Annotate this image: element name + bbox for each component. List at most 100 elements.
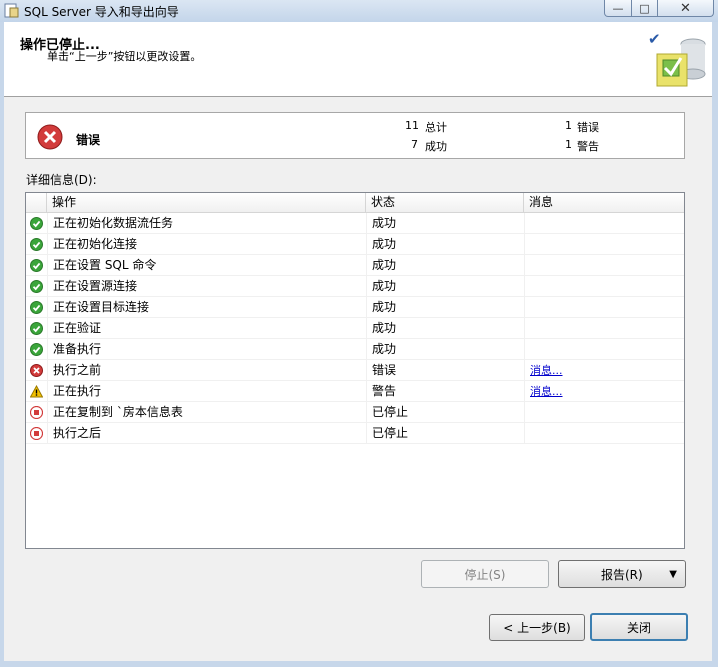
stop-button[interactable]: 停止(S) <box>421 560 549 588</box>
row-divider <box>47 402 48 423</box>
row-divider <box>47 423 48 444</box>
app-icon <box>4 3 19 18</box>
table-row[interactable]: 执行之后 已停止 <box>26 423 684 444</box>
row-status: 成功 <box>372 321 397 335</box>
row-action: 正在复制到 `房本信息表 <box>53 405 183 419</box>
row-action: 执行之后 <box>53 426 102 440</box>
row-divider <box>47 318 48 339</box>
column-header-action[interactable]: 操作 <box>47 193 366 212</box>
error-count: 1 <box>565 119 572 132</box>
error-icon <box>37 124 63 150</box>
column-header-message[interactable]: 消息 <box>524 193 684 212</box>
row-action: 准备执行 <box>53 342 102 356</box>
success-icon <box>26 213 47 234</box>
minimize-button[interactable]: — <box>604 0 632 17</box>
warning-icon <box>26 381 47 402</box>
row-action: 正在初始化连接 <box>53 237 138 251</box>
row-divider <box>366 339 367 360</box>
row-status: 已停止 <box>372 426 409 440</box>
table-row[interactable]: 正在设置源连接 成功 <box>26 276 684 297</box>
row-action: 正在初始化数据流任务 <box>53 216 174 230</box>
success-icon <box>26 318 47 339</box>
row-divider <box>524 234 525 255</box>
report-button[interactable]: 报告(R) ▼ <box>558 560 686 588</box>
close-window-button[interactable]: ✕ <box>658 0 714 17</box>
row-divider <box>47 360 48 381</box>
row-action: 正在设置 SQL 命令 <box>53 258 157 272</box>
success-icon <box>26 276 47 297</box>
stopped-icon <box>26 402 47 423</box>
table-row[interactable]: 正在执行 警告 消息... <box>26 381 684 402</box>
row-divider <box>47 213 48 234</box>
row-divider <box>524 423 525 444</box>
row-divider <box>366 255 367 276</box>
table-row[interactable]: 正在初始化数据流任务 成功 <box>26 213 684 234</box>
row-status: 成功 <box>372 300 397 314</box>
summary-status-label: 错误 <box>76 133 101 147</box>
error-icon <box>26 360 47 381</box>
row-status: 警告 <box>372 384 397 398</box>
window-title: SQL Server 导入和导出向导 <box>24 5 179 19</box>
window-frame-bottom <box>0 661 718 667</box>
warning-label: 警告 <box>577 140 599 153</box>
row-status: 成功 <box>372 237 397 251</box>
row-status: 已停止 <box>372 405 409 419</box>
close-button[interactable]: 关闭 <box>590 613 688 641</box>
row-divider <box>366 318 367 339</box>
column-header-status[interactable]: 状态 <box>366 193 524 212</box>
table-row[interactable]: 正在复制到 `房本信息表 已停止 <box>26 402 684 423</box>
row-divider <box>366 381 367 402</box>
dropdown-arrow-icon: ▼ <box>669 568 677 580</box>
row-divider <box>47 234 48 255</box>
table-row[interactable]: 执行之前 错误 消息... <box>26 360 684 381</box>
row-divider <box>366 402 367 423</box>
back-button[interactable]: < 上一步(B) <box>489 614 585 641</box>
row-divider <box>524 255 525 276</box>
row-message-link[interactable]: 消息... <box>530 360 563 381</box>
success-icon <box>26 339 47 360</box>
table-row[interactable]: 正在设置目标连接 成功 <box>26 297 684 318</box>
error-label: 错误 <box>577 121 599 134</box>
row-divider <box>524 297 525 318</box>
row-divider <box>524 360 525 381</box>
table-row[interactable]: 正在验证 成功 <box>26 318 684 339</box>
row-action: 正在设置目标连接 <box>53 300 150 314</box>
table-body: 正在初始化数据流任务 成功 正在初始化连接 成功 正在设置 SQL 命令 成功 正在设置源连… <box>26 213 684 444</box>
row-status: 成功 <box>372 216 397 230</box>
window-frame-right <box>712 22 718 667</box>
total-count: 11 <box>405 119 419 132</box>
row-divider <box>366 213 367 234</box>
row-status: 成功 <box>372 258 397 272</box>
row-status: 成功 <box>372 279 397 293</box>
row-status: 错误 <box>372 363 397 377</box>
table-header: 操作 状态 消息 <box>26 193 684 213</box>
row-divider <box>524 318 525 339</box>
row-message-link[interactable]: 消息... <box>530 381 563 402</box>
row-divider <box>524 213 525 234</box>
row-divider <box>47 381 48 402</box>
stopped-icon <box>26 423 47 444</box>
maximize-button[interactable]: □ <box>632 0 658 17</box>
warning-count: 1 <box>565 138 572 151</box>
row-divider <box>366 423 367 444</box>
table-row[interactable]: 正在设置 SQL 命令 成功 <box>26 255 684 276</box>
row-action: 正在验证 <box>53 321 102 335</box>
row-divider <box>47 255 48 276</box>
icon-column-header[interactable] <box>26 193 47 212</box>
row-divider <box>366 276 367 297</box>
details-label: 详细信息(D): <box>26 173 97 187</box>
success-count: 7 <box>411 138 418 151</box>
row-action: 正在执行 <box>53 384 102 398</box>
wizard-banner-icon <box>656 38 706 87</box>
row-action: 执行之前 <box>53 363 102 377</box>
table-row[interactable]: 正在初始化连接 成功 <box>26 234 684 255</box>
page-subtitle: 单击“上一步”按钮以更改设置。 <box>47 50 202 63</box>
row-divider <box>524 339 525 360</box>
total-label: 总计 <box>425 121 447 134</box>
row-divider <box>524 276 525 297</box>
window-controls: — □ ✕ <box>604 0 716 18</box>
row-divider <box>524 381 525 402</box>
row-divider <box>47 339 48 360</box>
success-icon <box>26 297 47 318</box>
table-row[interactable]: 准备执行 成功 <box>26 339 684 360</box>
